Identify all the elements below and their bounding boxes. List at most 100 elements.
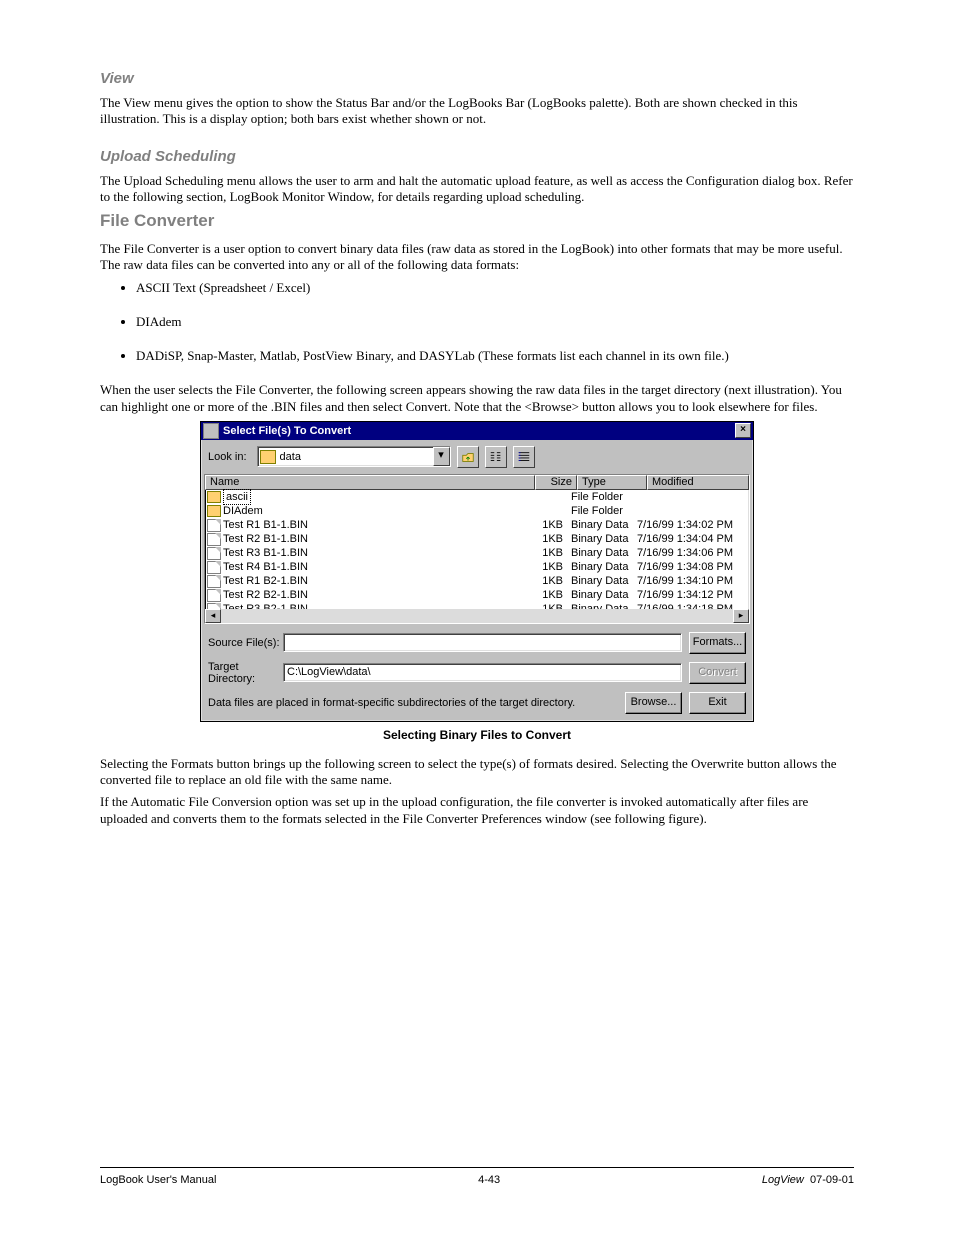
file-name: Test R2 B2-1.BIN — [223, 588, 308, 602]
target-directory-label: Target Directory: — [208, 661, 283, 685]
file-icon — [207, 533, 221, 546]
scroll-left-button[interactable]: ◂ — [205, 609, 221, 623]
file-modified: 7/16/99 1:34:08 PM — [635, 560, 749, 574]
file-modified: 7/16/99 1:34:12 PM — [635, 588, 749, 602]
para-formats-1: Selecting the Formats button brings up t… — [100, 756, 854, 789]
list-item[interactable]: Test R1 B2-1.BIN 1KBBinary Data7/16/99 1:… — [205, 574, 749, 588]
source-files-input[interactable] — [283, 633, 682, 652]
file-icon — [207, 575, 221, 588]
list-view-button[interactable] — [485, 446, 507, 468]
listview-header: Name Size Type Modified — [205, 475, 749, 490]
file-type: File Folder — [569, 490, 635, 504]
heading-view: View — [100, 70, 854, 87]
file-type: Binary Data — [569, 588, 635, 602]
look-in-combo[interactable]: data ▾ — [257, 446, 451, 467]
exit-button[interactable]: Exit — [689, 692, 746, 714]
footer-date: 07-09-01 — [810, 1174, 854, 1186]
col-size[interactable]: Size — [535, 475, 577, 490]
footer-left: LogBook User's Manual — [100, 1174, 216, 1186]
file-size: 1KB — [527, 560, 569, 574]
col-type[interactable]: Type — [577, 475, 647, 490]
list-item[interactable]: DIAdem File Folder — [205, 504, 749, 518]
app-icon — [203, 423, 219, 439]
heading-upload-scheduling: Upload Scheduling — [100, 148, 854, 165]
file-icon — [207, 561, 221, 574]
browse-button[interactable]: Browse... — [625, 692, 682, 714]
file-type: Binary Data — [569, 518, 635, 532]
footer-center-page: 4-43 — [478, 1174, 500, 1186]
para-file-conv-2: When the user selects the File Converter… — [100, 382, 854, 415]
file-listview[interactable]: Name Size Type Modified ascii File Folder… — [204, 474, 750, 624]
file-size — [527, 490, 569, 504]
para-upload: The Upload Scheduling menu allows the us… — [100, 173, 854, 206]
folder-icon — [207, 505, 221, 517]
para-formats-2: If the Automatic File Conversion option … — [100, 794, 854, 827]
file-size: 1KB — [527, 588, 569, 602]
file-icon — [207, 519, 221, 532]
file-type: Binary Data — [569, 574, 635, 588]
file-icon — [207, 547, 221, 560]
para-view: The View menu gives the option to show t… — [100, 95, 854, 128]
col-modified[interactable]: Modified — [647, 475, 749, 490]
folder-icon — [207, 491, 221, 503]
col-name[interactable]: Name — [205, 475, 535, 490]
note-text: Data files are placed in format-specific… — [208, 697, 618, 709]
chevron-down-icon[interactable]: ▾ — [433, 447, 450, 466]
look-in-value: data — [280, 451, 433, 463]
target-directory-input[interactable]: C:\LogView\data\ — [283, 663, 682, 682]
figure-caption: Selecting Binary Files to Convert — [100, 728, 854, 742]
footer-right: LogView — [762, 1174, 804, 1186]
file-name: Test R2 B1-1.BIN — [223, 532, 308, 546]
list-item: DADiSP, Snap-Master, Matlab, PostView Bi… — [136, 348, 854, 364]
list-item[interactable]: Test R2 B1-1.BIN 1KBBinary Data7/16/99 1:… — [205, 532, 749, 546]
footer-rule — [100, 1167, 854, 1168]
format-list: ASCII Text (Spreadsheet / Excel) DIAdem … — [100, 280, 854, 365]
titlebar[interactable]: Select File(s) To Convert × — [201, 422, 753, 440]
scroll-right-button[interactable]: ▸ — [733, 609, 749, 623]
list-item[interactable]: Test R2 B2-1.BIN 1KBBinary Data7/16/99 1:… — [205, 588, 749, 602]
file-name: Test R1 B2-1.BIN — [223, 574, 308, 588]
file-size: 1KB — [527, 574, 569, 588]
file-modified: 7/16/99 1:34:10 PM — [635, 574, 749, 588]
file-type: Binary Data — [569, 546, 635, 560]
file-modified: 7/16/99 1:34:04 PM — [635, 532, 749, 546]
convert-button[interactable]: Convert — [689, 662, 746, 684]
file-name: Test R4 B1-1.BIN — [223, 560, 308, 574]
title-text: Select File(s) To Convert — [223, 425, 735, 437]
toolbar: Look in: data ▾ — [201, 440, 753, 474]
file-type: File Folder — [569, 504, 635, 518]
file-modified: 7/16/99 1:34:06 PM — [635, 546, 749, 560]
para-file-conv-1: The File Converter is a user option to c… — [100, 241, 854, 274]
list-item: ASCII Text (Spreadsheet / Excel) — [136, 280, 854, 296]
list-item[interactable]: Test R4 B1-1.BIN 1KBBinary Data7/16/99 1:… — [205, 560, 749, 574]
list-item[interactable]: Test R1 B1-1.BIN 1KBBinary Data7/16/99 1:… — [205, 518, 749, 532]
file-size: 1KB — [527, 518, 569, 532]
page-footer: LogBook User's Manual 4-43 LogView 07-09… — [100, 1174, 854, 1186]
file-type: Binary Data — [569, 560, 635, 574]
close-button[interactable]: × — [735, 423, 751, 438]
file-name: DIAdem — [223, 504, 263, 518]
file-name: Test R1 B1-1.BIN — [223, 518, 308, 532]
file-size: 1KB — [527, 546, 569, 560]
file-size — [527, 504, 569, 518]
file-name: Test R3 B1-1.BIN — [223, 546, 308, 560]
file-type: Binary Data — [569, 532, 635, 546]
file-icon — [207, 589, 221, 602]
up-one-level-button[interactable] — [457, 446, 479, 468]
formats-button[interactable]: Formats... — [689, 632, 746, 654]
list-item[interactable]: ascii File Folder — [205, 490, 749, 504]
file-modified — [635, 490, 749, 504]
details-view-button[interactable] — [513, 446, 535, 468]
list-item[interactable]: Test R3 B1-1.BIN 1KBBinary Data7/16/99 1:… — [205, 546, 749, 560]
dialog-select-files: Select File(s) To Convert × Look in: dat… — [200, 421, 754, 722]
list-item: DIAdem — [136, 314, 854, 330]
folder-icon — [260, 450, 276, 464]
source-files-label: Source File(s): — [208, 637, 283, 649]
file-modified: 7/16/99 1:34:02 PM — [635, 518, 749, 532]
file-size: 1KB — [527, 532, 569, 546]
look-in-label: Look in: — [208, 451, 247, 463]
file-name: ascii — [223, 489, 251, 505]
file-modified — [635, 504, 749, 518]
heading-file-converter: File Converter — [100, 211, 854, 231]
horizontal-scrollbar[interactable]: ◂ ▸ — [205, 609, 749, 623]
